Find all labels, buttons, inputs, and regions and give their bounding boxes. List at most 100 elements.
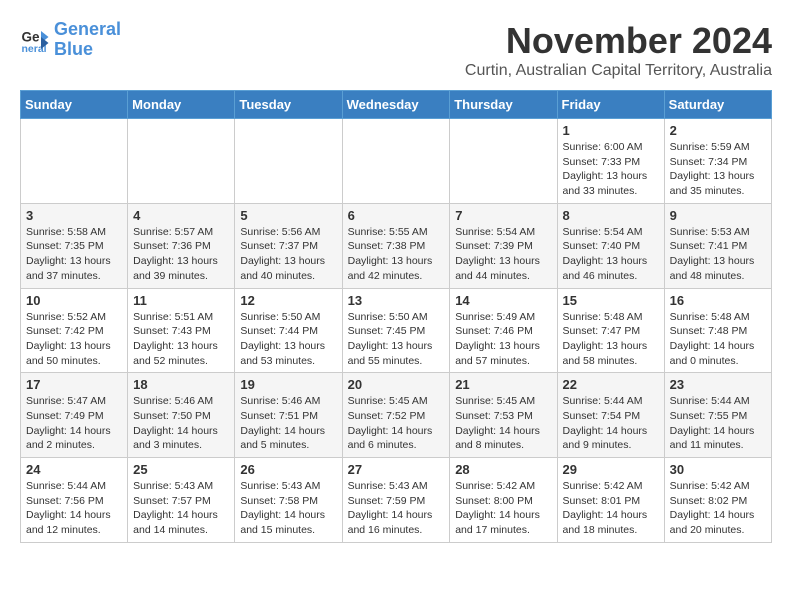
day-info: Sunrise: 5:53 AM Sunset: 7:41 PM Dayligh…: [670, 225, 766, 284]
day-number: 27: [348, 462, 445, 477]
day-info: Sunrise: 5:56 AM Sunset: 7:37 PM Dayligh…: [240, 225, 336, 284]
svg-text:Ge: Ge: [22, 29, 41, 44]
day-number: 2: [670, 123, 766, 138]
logo: Ge neral General Blue: [20, 20, 121, 60]
day-info: Sunrise: 5:43 AM Sunset: 7:59 PM Dayligh…: [348, 479, 445, 538]
logo-line2: Blue: [54, 39, 93, 59]
calendar-cell: [450, 119, 557, 204]
location-title: Curtin, Australian Capital Territory, Au…: [465, 62, 772, 80]
calendar-cell: 19 Sunrise: 5:46 AM Sunset: 7:51 PM Dayli…: [235, 373, 342, 458]
day-info: Sunrise: 5:45 AM Sunset: 7:53 PM Dayligh…: [455, 394, 551, 453]
logo-line1: General: [54, 19, 121, 39]
day-number: 9: [670, 208, 766, 223]
day-number: 20: [348, 377, 445, 392]
day-info: Sunrise: 5:48 AM Sunset: 7:48 PM Dayligh…: [670, 310, 766, 369]
logo-text: General Blue: [54, 20, 121, 60]
day-info: Sunrise: 5:54 AM Sunset: 7:39 PM Dayligh…: [455, 225, 551, 284]
day-number: 21: [455, 377, 551, 392]
calendar-cell: 12 Sunrise: 5:50 AM Sunset: 7:44 PM Dayli…: [235, 288, 342, 373]
day-number: 10: [26, 293, 122, 308]
day-info: Sunrise: 5:42 AM Sunset: 8:01 PM Dayligh…: [563, 479, 659, 538]
calendar-cell: 29 Sunrise: 5:42 AM Sunset: 8:01 PM Dayli…: [557, 458, 664, 543]
day-info: Sunrise: 6:00 AM Sunset: 7:33 PM Dayligh…: [563, 140, 659, 199]
day-info: Sunrise: 5:44 AM Sunset: 7:56 PM Dayligh…: [26, 479, 122, 538]
calendar-cell: 13Sunrise: 5:50 AM Sunset: 7:45 PM Dayli…: [342, 288, 450, 373]
day-info: Sunrise: 5:58 AM Sunset: 7:35 PM Dayligh…: [26, 225, 122, 284]
weekday-header: Friday: [557, 91, 664, 119]
weekday-header: Thursday: [450, 91, 557, 119]
calendar-cell: 25 Sunrise: 5:43 AM Sunset: 7:57 PM Dayli…: [128, 458, 235, 543]
calendar-cell: 22 Sunrise: 5:44 AM Sunset: 7:54 PM Dayli…: [557, 373, 664, 458]
weekday-header: Wednesday: [342, 91, 450, 119]
calendar-cell: 1 Sunrise: 6:00 AM Sunset: 7:33 PM Daylig…: [557, 119, 664, 204]
title-block: November 2024 Curtin, Australian Capital…: [465, 20, 772, 80]
day-number: 8: [563, 208, 659, 223]
day-number: 6: [348, 208, 445, 223]
calendar-cell: 14 Sunrise: 5:49 AM Sunset: 7:46 PM Dayli…: [450, 288, 557, 373]
day-info: Sunrise: 5:46 AM Sunset: 7:51 PM Dayligh…: [240, 394, 336, 453]
weekday-header: Monday: [128, 91, 235, 119]
calendar-cell: [128, 119, 235, 204]
calendar-cell: 5Sunrise: 5:56 AM Sunset: 7:37 PM Daylig…: [235, 203, 342, 288]
day-number: 24: [26, 462, 122, 477]
calendar-cell: 27 Sunrise: 5:43 AM Sunset: 7:59 PM Dayli…: [342, 458, 450, 543]
calendar-cell: [342, 119, 450, 204]
day-info: Sunrise: 5:43 AM Sunset: 7:57 PM Dayligh…: [133, 479, 229, 538]
day-info: Sunrise: 5:59 AM Sunset: 7:34 PM Dayligh…: [670, 140, 766, 199]
calendar-cell: 3 Sunrise: 5:58 AM Sunset: 7:35 PM Daylig…: [21, 203, 128, 288]
day-number: 30: [670, 462, 766, 477]
calendar-week: 1 Sunrise: 6:00 AM Sunset: 7:33 PM Daylig…: [21, 119, 772, 204]
day-number: 18: [133, 377, 229, 392]
day-info: Sunrise: 5:50 AM Sunset: 7:45 PM Dayligh…: [348, 310, 445, 369]
calendar: SundayMondayTuesdayWednesdayThursdayFrid…: [20, 90, 772, 543]
day-info: Sunrise: 5:51 AM Sunset: 7:43 PM Dayligh…: [133, 310, 229, 369]
calendar-cell: 4Sunrise: 5:57 AM Sunset: 7:36 PM Daylig…: [128, 203, 235, 288]
day-number: 12: [240, 293, 336, 308]
day-info: Sunrise: 5:52 AM Sunset: 7:42 PM Dayligh…: [26, 310, 122, 369]
calendar-cell: 2 Sunrise: 5:59 AM Sunset: 7:34 PM Daylig…: [664, 119, 771, 204]
calendar-cell: 18Sunrise: 5:46 AM Sunset: 7:50 PM Dayli…: [128, 373, 235, 458]
month-title: November 2024: [465, 20, 772, 62]
page-header: Ge neral General Blue November 2024 Curt…: [20, 20, 772, 80]
day-number: 22: [563, 377, 659, 392]
day-number: 16: [670, 293, 766, 308]
calendar-cell: 24 Sunrise: 5:44 AM Sunset: 7:56 PM Dayli…: [21, 458, 128, 543]
calendar-cell: 23 Sunrise: 5:44 AM Sunset: 7:55 PM Dayli…: [664, 373, 771, 458]
day-number: 19: [240, 377, 336, 392]
calendar-cell: 9 Sunrise: 5:53 AM Sunset: 7:41 PM Daylig…: [664, 203, 771, 288]
logo-icon: Ge neral: [20, 25, 50, 55]
calendar-week: 17 Sunrise: 5:47 AM Sunset: 7:49 PM Dayli…: [21, 373, 772, 458]
weekday-header: Saturday: [664, 91, 771, 119]
calendar-header: SundayMondayTuesdayWednesdayThursdayFrid…: [21, 91, 772, 119]
day-info: Sunrise: 5:42 AM Sunset: 8:00 PM Dayligh…: [455, 479, 551, 538]
day-number: 4: [133, 208, 229, 223]
calendar-cell: 16 Sunrise: 5:48 AM Sunset: 7:48 PM Dayli…: [664, 288, 771, 373]
day-info: Sunrise: 5:44 AM Sunset: 7:55 PM Dayligh…: [670, 394, 766, 453]
calendar-week: 24 Sunrise: 5:44 AM Sunset: 7:56 PM Dayli…: [21, 458, 772, 543]
day-info: Sunrise: 5:44 AM Sunset: 7:54 PM Dayligh…: [563, 394, 659, 453]
calendar-cell: 20 Sunrise: 5:45 AM Sunset: 7:52 PM Dayli…: [342, 373, 450, 458]
day-info: Sunrise: 5:47 AM Sunset: 7:49 PM Dayligh…: [26, 394, 122, 453]
calendar-cell: 8 Sunrise: 5:54 AM Sunset: 7:40 PM Daylig…: [557, 203, 664, 288]
day-info: Sunrise: 5:45 AM Sunset: 7:52 PM Dayligh…: [348, 394, 445, 453]
calendar-cell: 7Sunrise: 5:54 AM Sunset: 7:39 PM Daylig…: [450, 203, 557, 288]
day-number: 29: [563, 462, 659, 477]
calendar-cell: 30Sunrise: 5:42 AM Sunset: 8:02 PM Dayli…: [664, 458, 771, 543]
day-number: 3: [26, 208, 122, 223]
day-number: 15: [563, 293, 659, 308]
day-number: 14: [455, 293, 551, 308]
day-info: Sunrise: 5:50 AM Sunset: 7:44 PM Dayligh…: [240, 310, 336, 369]
calendar-cell: 28Sunrise: 5:42 AM Sunset: 8:00 PM Dayli…: [450, 458, 557, 543]
calendar-cell: 26Sunrise: 5:43 AM Sunset: 7:58 PM Dayli…: [235, 458, 342, 543]
day-info: Sunrise: 5:43 AM Sunset: 7:58 PM Dayligh…: [240, 479, 336, 538]
day-info: Sunrise: 5:55 AM Sunset: 7:38 PM Dayligh…: [348, 225, 445, 284]
day-number: 25: [133, 462, 229, 477]
day-number: 1: [563, 123, 659, 138]
day-info: Sunrise: 5:54 AM Sunset: 7:40 PM Dayligh…: [563, 225, 659, 284]
calendar-cell: 10 Sunrise: 5:52 AM Sunset: 7:42 PM Dayli…: [21, 288, 128, 373]
day-number: 23: [670, 377, 766, 392]
calendar-cell: [235, 119, 342, 204]
weekday-header: Tuesday: [235, 91, 342, 119]
day-number: 17: [26, 377, 122, 392]
day-info: Sunrise: 5:49 AM Sunset: 7:46 PM Dayligh…: [455, 310, 551, 369]
